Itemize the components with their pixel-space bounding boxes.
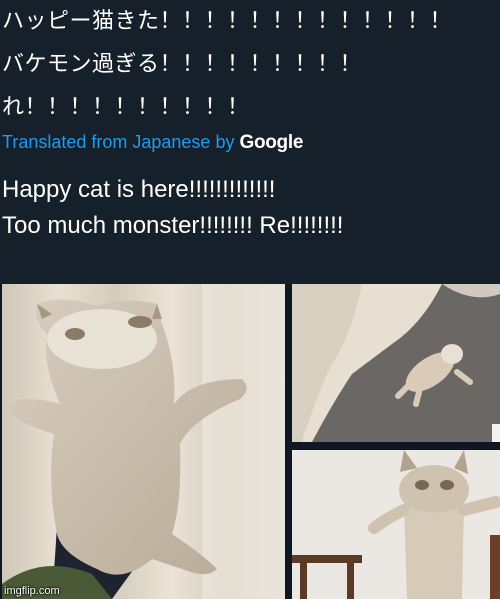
cat-plush-held-illustration xyxy=(2,284,285,599)
cat-standing-photo[interactable] xyxy=(292,450,500,599)
media-grid: imgflip.com xyxy=(0,284,500,599)
cat-on-carpet-photo[interactable] xyxy=(292,284,500,442)
google-logo: Google xyxy=(239,132,304,153)
translated-prefix: Translated from Japanese by xyxy=(2,132,240,152)
cat-on-carpet-illustration xyxy=(292,284,500,442)
cat-plush-held-photo[interactable] xyxy=(2,284,285,599)
imgflip-watermark: imgflip.com xyxy=(4,585,60,597)
cat-standing-illustration xyxy=(292,450,500,599)
translated-from-label[interactable]: Translated from Japanese by Google xyxy=(2,132,303,154)
translated-tweet-text: Happy cat is here!!!!!!!!!!!!! Too much … xyxy=(2,176,344,239)
original-tweet-text: ハッピー猫きた！！！！！！！！！！！！！ バケモン過ぎる！！！！！！！！！ れ！… xyxy=(2,9,453,120)
